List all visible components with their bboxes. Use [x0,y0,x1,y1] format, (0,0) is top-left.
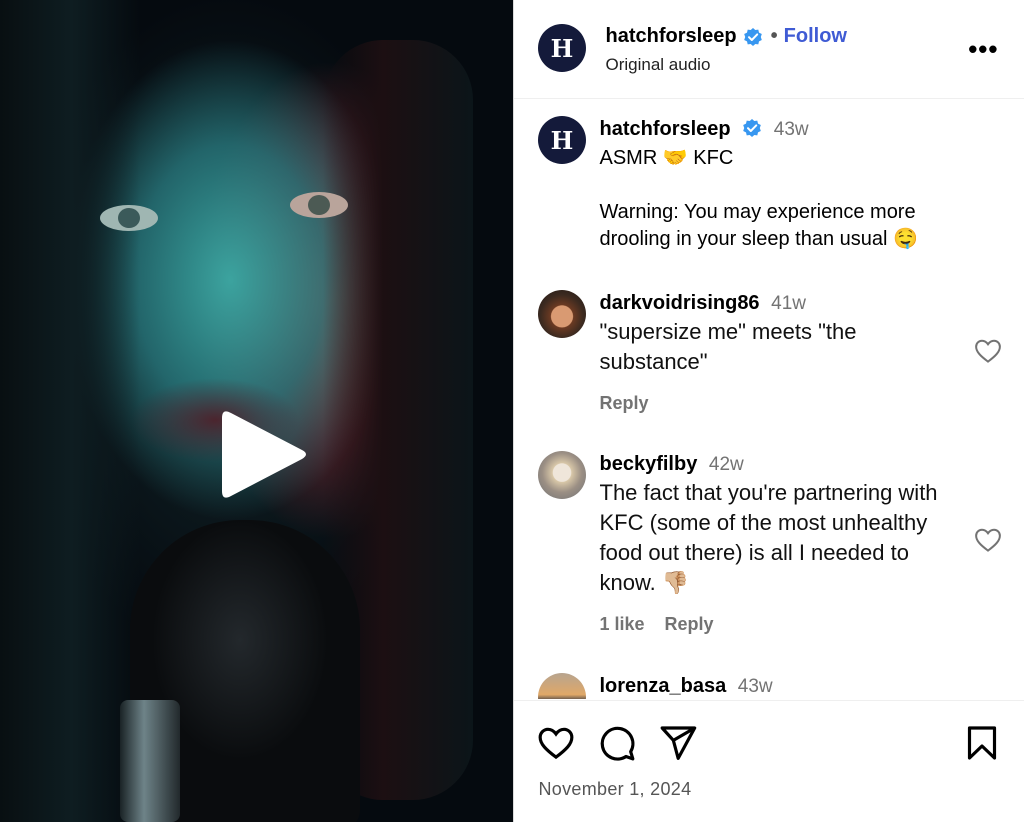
caption-text-line1: ASMR 🤝 KFC [600,145,960,172]
header-username[interactable]: hatchforsleep [606,25,737,48]
comment-time[interactable]: 43w [738,676,773,697]
reply-button[interactable]: Reply [665,614,714,634]
comment-body: darkvoidrising86 41w "supersize me" meet… [600,290,960,414]
reply-button[interactable]: Reply [600,393,649,413]
video-scene-eye-left [100,205,158,231]
bookmark-icon[interactable] [962,723,1002,763]
comment-meta: 1 like Reply [600,614,960,635]
comment-body: beckyfilby 42w The fact that you're part… [600,451,960,635]
header-user-row: hatchforsleep • Follow [606,25,848,48]
verified-badge-icon [742,118,762,138]
share-icon[interactable] [658,723,698,763]
comment-header: lorenza_basa 43w [600,673,960,699]
original-audio-link[interactable]: Original audio [606,55,711,75]
post-date: November 1, 2024 [539,779,692,800]
caption-avatar[interactable]: H [538,116,586,164]
play-icon[interactable] [212,404,312,504]
caption-header: hatchforsleep 43w [600,116,960,143]
caption-username[interactable]: hatchforsleep [600,118,731,140]
profile-avatar[interactable]: H [538,24,586,72]
caption-body: hatchforsleep 43w ASMR 🤝 KFC Warning: Yo… [600,116,960,253]
video-scene-eye-right [290,192,348,218]
caption-time[interactable]: 43w [774,119,809,140]
comment-icon[interactable] [597,723,637,763]
more-options-icon[interactable]: ••• [968,34,998,65]
comment-header: darkvoidrising86 41w [600,290,960,317]
follow-button[interactable]: Follow [784,25,847,48]
comment-body: lorenza_basa 43w [600,673,960,699]
comment-meta: Reply [600,393,960,414]
commenter-avatar[interactable] [538,290,586,338]
heart-icon[interactable] [973,336,1003,366]
caption-text-line2: Warning: You may experience more droolin… [600,199,960,253]
reel-video[interactable] [0,0,513,822]
commenter-avatar[interactable] [538,673,586,699]
comment-time[interactable]: 42w [709,454,744,475]
video-scene-hair-left [0,0,140,822]
likes-count[interactable]: 1 like [600,614,645,634]
comment-username[interactable]: lorenza_basa [600,675,727,697]
comments-list[interactable]: H hatchforsleep 43w ASMR 🤝 KFC Warning: … [514,99,1024,699]
video-scene-microphone-stand [120,700,180,822]
post-details-panel: H hatchforsleep • Follow Original audio … [513,0,1024,822]
comment-text: "supersize me" meets "the substance" [600,317,960,377]
commenter-avatar[interactable] [538,451,586,499]
instagram-post-modal: H hatchforsleep • Follow Original audio … [0,0,1024,822]
comment-username[interactable]: darkvoidrising86 [600,292,760,314]
verified-badge-icon [743,27,763,47]
comment-text: The fact that you're partnering with KFC… [600,478,960,598]
heart-icon[interactable] [536,723,576,763]
brand-initial: H [551,126,573,155]
separator-dot: • [771,25,778,48]
comment-header: beckyfilby 42w [600,451,960,478]
brand-initial: H [551,34,573,63]
comment-time[interactable]: 41w [771,293,806,314]
post-actions-bar: November 1, 2024 [514,700,1024,823]
heart-icon[interactable] [973,525,1003,555]
comment-username[interactable]: beckyfilby [600,453,698,475]
post-header: H hatchforsleep • Follow Original audio … [514,0,1024,99]
